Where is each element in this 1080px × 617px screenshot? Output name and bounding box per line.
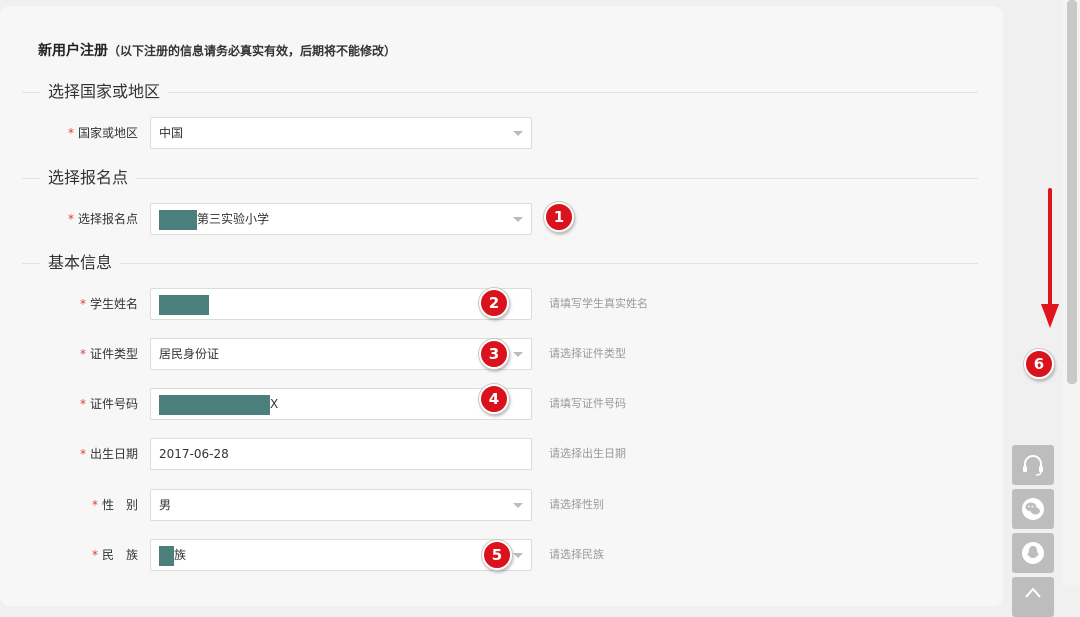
annotation-badge-5: 5 xyxy=(482,540,512,570)
redaction-mask xyxy=(159,294,209,315)
id-type-label-text: 证件类型 xyxy=(89,347,138,361)
site-value-text: 第三实验小学 xyxy=(197,212,270,226)
section-country: 选择国家或地区 xyxy=(22,80,978,104)
ethnicity-label-text: 民 族 xyxy=(101,548,138,562)
gender-hint: 请选择性别 xyxy=(549,498,604,511)
wechat-button[interactable] xyxy=(1012,489,1054,529)
required-mark: * xyxy=(91,498,98,512)
chevron-down-icon xyxy=(513,503,523,508)
id-number-value-text: X xyxy=(270,397,279,411)
scrollbar-thumb[interactable] xyxy=(1067,0,1077,384)
required-mark: * xyxy=(79,297,86,311)
name-label-text: 学生姓名 xyxy=(89,297,138,311)
ethnicity-value-text: 族 xyxy=(174,548,187,562)
id-number-value: X xyxy=(159,389,278,419)
chevron-down-icon xyxy=(513,553,523,558)
name-value xyxy=(159,289,209,319)
id-number-label: * 证件号码 xyxy=(80,388,138,420)
id-number-hint: 请填写证件号码 xyxy=(549,397,626,410)
student-name-input[interactable] xyxy=(150,288,532,320)
back-to-top-button[interactable] xyxy=(1012,577,1054,617)
birth-value: 2017-06-28 xyxy=(159,447,229,461)
chevron-down-icon xyxy=(513,352,523,357)
gender-label-text: 性 别 xyxy=(101,498,138,512)
site-label: * 选择报名点 xyxy=(68,203,138,235)
id-number-label-text: 证件号码 xyxy=(89,397,138,411)
annotation-badge-1: 1 xyxy=(544,202,574,232)
country-value: 中国 xyxy=(159,126,184,140)
required-mark: * xyxy=(79,447,86,461)
birth-label-text: 出生日期 xyxy=(89,447,138,461)
country-label: * 国家或地区 xyxy=(68,117,138,149)
section-site-title: 选择报名点 xyxy=(40,166,137,190)
section-country-title: 选择国家或地区 xyxy=(40,80,169,104)
site-select[interactable]: 第三实验小学 xyxy=(150,203,532,235)
qq-icon xyxy=(1022,542,1044,564)
ethnicity-hint: 请选择民族 xyxy=(549,548,604,561)
row-country: * 国家或地区 中国 xyxy=(0,117,1000,149)
headset-icon xyxy=(1023,455,1043,476)
id-type-label: * 证件类型 xyxy=(80,338,138,370)
annotation-badge-3: 3 xyxy=(479,339,509,369)
name-label: * 学生姓名 xyxy=(80,288,138,320)
form-title-text: 新用户注册 xyxy=(38,43,108,59)
site-label-text: 选择报名点 xyxy=(77,212,138,226)
birth-label: * 出生日期 xyxy=(80,438,138,470)
customer-service-button[interactable] xyxy=(1012,445,1054,485)
redaction-mask xyxy=(159,209,197,230)
form-title: 新用户注册（以下注册的信息请务必真实有效，后期将不能修改） xyxy=(38,40,396,60)
id-number-input[interactable]: X xyxy=(150,388,532,420)
section-basic-title: 基本信息 xyxy=(40,251,121,275)
form-subtitle: （以下注册的信息请务必真实有效，后期将不能修改） xyxy=(108,44,397,58)
birth-date-input[interactable]: 2017-06-28 xyxy=(150,438,532,470)
gender-label: * 性 别 xyxy=(92,489,138,521)
qq-button[interactable] xyxy=(1012,533,1054,573)
ethnicity-label: * 民 族 xyxy=(92,539,138,571)
required-mark: * xyxy=(79,347,86,361)
gender-select[interactable]: 男 xyxy=(150,489,532,521)
required-mark: * xyxy=(67,212,74,226)
id-type-value: 居民身份证 xyxy=(159,347,220,361)
ethnicity-select[interactable]: 族 xyxy=(150,539,532,571)
annotation-badge-4: 4 xyxy=(479,384,509,414)
wechat-icon xyxy=(1022,498,1044,520)
ethnicity-value: 族 xyxy=(159,540,186,570)
page-scrollbar[interactable] xyxy=(1063,0,1080,587)
row-gender: * 性 别 男 请选择性别 xyxy=(0,489,1000,521)
row-site: * 选择报名点 第三实验小学 xyxy=(0,203,1000,235)
site-value: 第三实验小学 xyxy=(159,204,269,234)
gender-value: 男 xyxy=(159,498,172,512)
back-to-top-icon xyxy=(1025,587,1041,598)
scroll-down-arrow-icon xyxy=(1041,188,1059,328)
required-mark: * xyxy=(91,548,98,562)
chevron-down-icon xyxy=(513,131,523,136)
required-mark: * xyxy=(67,126,74,140)
section-divider xyxy=(22,263,978,264)
id-type-select[interactable]: 居民身份证 xyxy=(150,338,532,370)
id-type-hint: 请选择证件类型 xyxy=(549,347,626,360)
section-divider xyxy=(22,178,978,179)
name-hint: 请填写学生真实姓名 xyxy=(549,297,648,310)
annotation-badge-6: 6 xyxy=(1024,349,1054,379)
annotation-badge-2: 2 xyxy=(479,288,509,318)
country-label-text: 国家或地区 xyxy=(77,126,138,140)
redaction-mask xyxy=(159,394,270,415)
chevron-down-icon xyxy=(513,217,523,222)
row-birth: * 出生日期 2017-06-28 请选择出生日期 xyxy=(0,438,1000,470)
section-basic: 基本信息 xyxy=(22,251,978,275)
section-site: 选择报名点 xyxy=(22,166,978,190)
required-mark: * xyxy=(79,397,86,411)
birth-hint: 请选择出生日期 xyxy=(549,447,626,460)
redaction-mask xyxy=(159,545,174,566)
country-select[interactable]: 中国 xyxy=(150,117,532,149)
